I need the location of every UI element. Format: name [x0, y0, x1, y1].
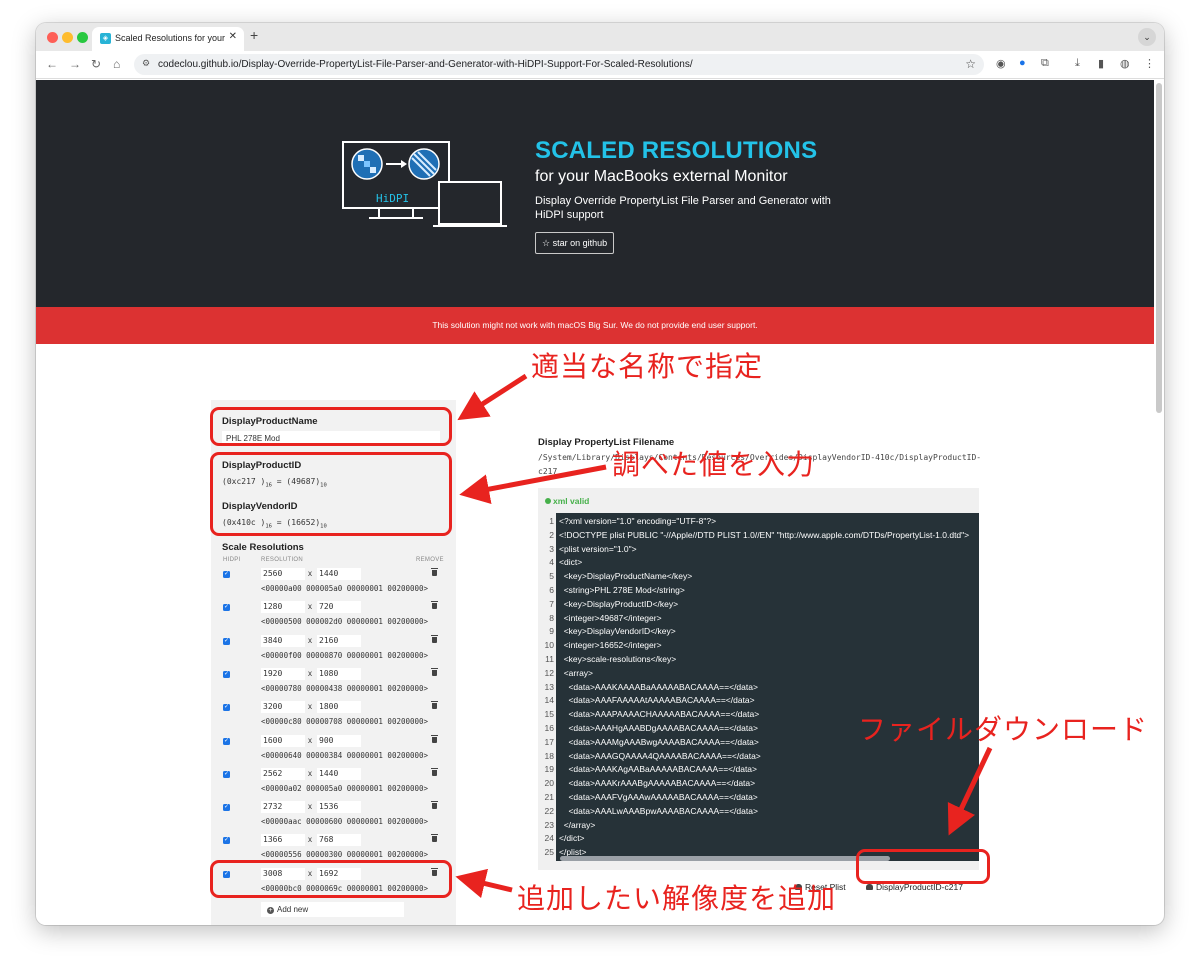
annotation-arrows [455, 373, 993, 899]
arrow-to-ids [459, 464, 607, 504]
arrow-to-name [457, 373, 528, 421]
arrow-to-download [947, 746, 993, 836]
arrow-to-added [455, 868, 513, 899]
